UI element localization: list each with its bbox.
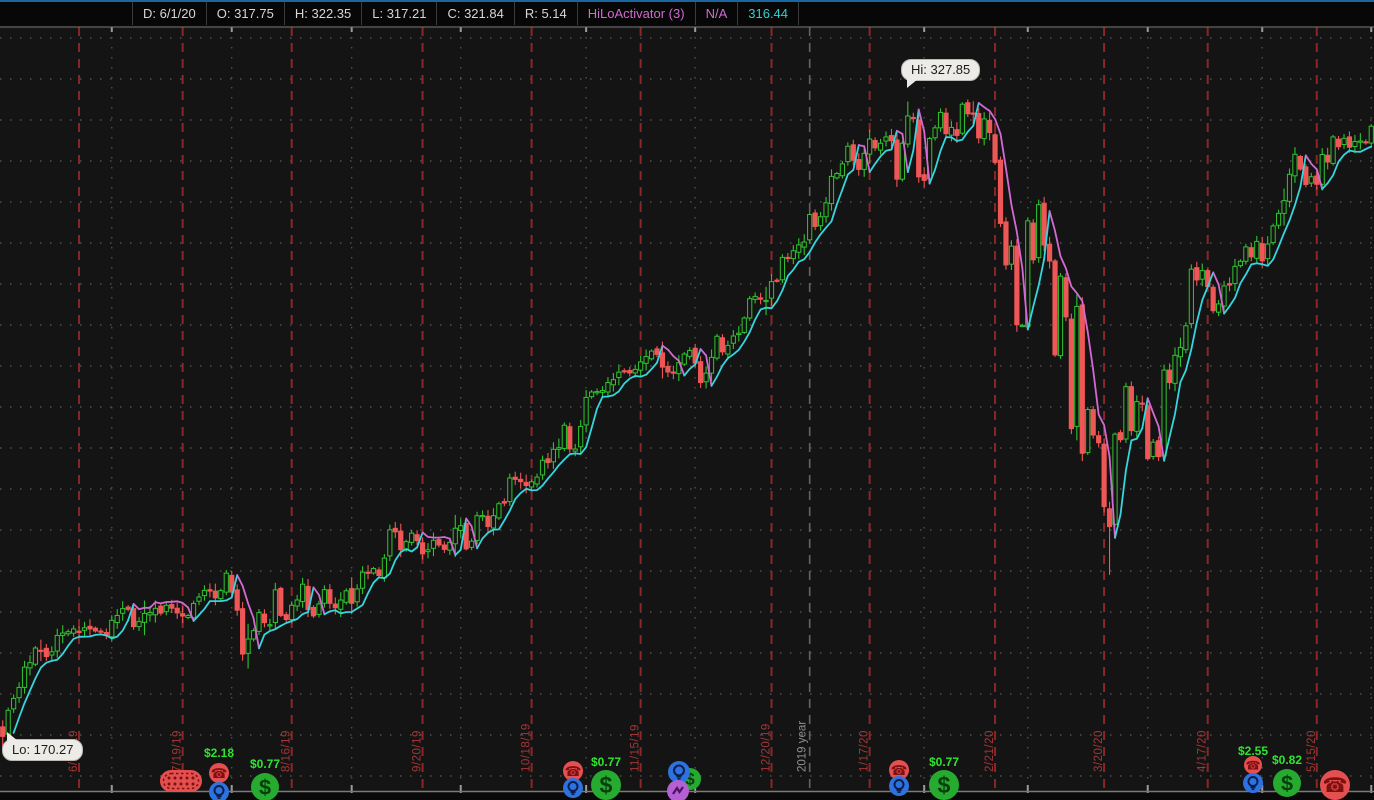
trading-chart-window: D: 6/1/20O: 317.75H: 322.35L: 317.21C: 3… xyxy=(0,0,1374,800)
svg-text:☎: ☎ xyxy=(1322,773,1347,797)
header-field[interactable]: N/A xyxy=(695,2,738,25)
analyst-trend-icon[interactable] xyxy=(667,780,689,800)
date-label: 3/20/20 xyxy=(1093,730,1105,772)
header-field: L: 317.21 xyxy=(361,2,436,25)
svg-text:$: $ xyxy=(1281,770,1293,795)
date-label: 9/20/19 xyxy=(412,730,424,772)
date-label: 7/19/19 xyxy=(172,730,184,772)
chart-background xyxy=(0,27,1374,791)
earnings-call-icon[interactable]: ☎ xyxy=(209,763,229,783)
date-label: 10/18/19 xyxy=(521,723,533,772)
dividend-icon[interactable]: $ xyxy=(929,770,959,800)
svg-text:$: $ xyxy=(600,772,613,798)
header-field: R: 5.14 xyxy=(514,2,577,25)
earnings-call-icon[interactable]: ☎ xyxy=(1320,770,1350,800)
ohlc-header-bar: D: 6/1/20O: 317.75H: 322.35L: 317.21C: 3… xyxy=(0,2,1374,25)
idea-icon[interactable] xyxy=(1243,773,1263,793)
header-field[interactable]: HiLoActivator (3) xyxy=(577,2,695,25)
date-label: 12/20/19 xyxy=(761,723,773,772)
event-cluster-icon[interactable] xyxy=(158,767,204,795)
header-field: H: 322.35 xyxy=(284,2,361,25)
dividend-icon[interactable]: $ xyxy=(251,773,279,800)
svg-text:☎: ☎ xyxy=(211,766,228,782)
idea-icon[interactable] xyxy=(209,782,229,800)
idea-icon[interactable] xyxy=(889,776,909,796)
date-label: 5/15/20 xyxy=(1306,730,1318,772)
date-label: 2/21/20 xyxy=(984,730,996,772)
svg-text:☎: ☎ xyxy=(1245,758,1260,772)
date-label: 6/21/19 xyxy=(68,730,80,772)
header-field: O: 317.75 xyxy=(206,2,284,25)
dividend-icon[interactable]: $ xyxy=(591,770,621,800)
date-label: 1/17/20 xyxy=(859,730,871,772)
dividend-icon[interactable]: $ xyxy=(1273,769,1301,797)
header-field[interactable]: 316.44 xyxy=(737,2,799,25)
svg-text:$: $ xyxy=(938,772,951,798)
svg-text:$: $ xyxy=(259,774,271,799)
earnings-call-icon[interactable]: ☎ xyxy=(1244,756,1262,774)
date-label: 8/16/19 xyxy=(281,730,293,772)
year-label: 2019 year xyxy=(797,721,809,772)
price-chart-canvas[interactable]: 2019 year 6/21/19 7/19/19 8/16/19 9/20/19 10/… xyxy=(0,2,1374,800)
date-label: 4/17/20 xyxy=(1197,730,1209,772)
header-field: D: 6/1/20 xyxy=(132,2,206,25)
header-field: C: 321.84 xyxy=(436,2,513,25)
idea-icon[interactable] xyxy=(563,778,583,798)
date-label: 11/15/19 xyxy=(630,724,642,772)
